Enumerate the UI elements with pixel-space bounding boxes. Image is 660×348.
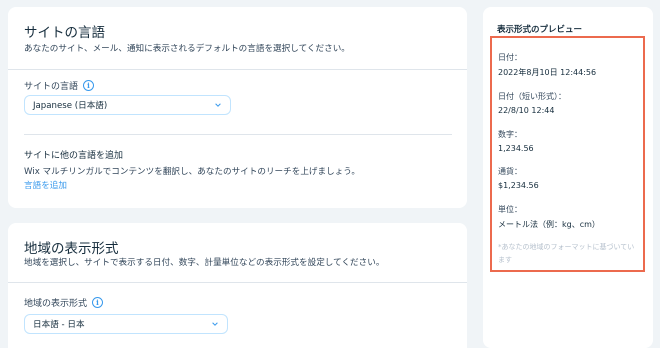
preview-short-date-label: 日付（短い形式）： bbox=[498, 92, 566, 101]
field-label-text: 地域の表示形式 bbox=[24, 299, 88, 309]
add-language-link[interactable]: 言語を追加 bbox=[24, 179, 67, 191]
preview-number-label: 数字： bbox=[498, 130, 522, 139]
site-language-select[interactable]: Japanese (日本語) bbox=[24, 95, 231, 115]
chevron-down-icon bbox=[215, 103, 221, 107]
preview-note: *あなたの地域のフォーマットに基づいています bbox=[498, 243, 635, 264]
preview-currency-value: $1,234.56 bbox=[498, 181, 539, 190]
preview-short-date-value: 22/8/10 12:44 bbox=[498, 106, 555, 115]
format-preview-panel: 表示形式のプレビュー 日付： 2022年8月10日 12:44:56 日付（短い… bbox=[483, 7, 653, 348]
site-language-subtitle: あなたのサイト、メール、通知に表示されるデフォルトの言語を選択してください。 bbox=[24, 44, 350, 54]
regional-format-title: 地域の表示形式 bbox=[24, 241, 119, 257]
site-language-card: サイトの言語 あなたのサイト、メール、通知に表示されるデフォルトの言語を選択して… bbox=[8, 7, 467, 208]
preview-unit-value: メートル法（例：kg、cm） bbox=[498, 220, 600, 229]
preview-unit-label: 単位： bbox=[498, 205, 522, 214]
format-preview-title: 表示形式のプレビュー bbox=[497, 25, 583, 35]
regional-format-selected-value: 日本語 - 日本 bbox=[33, 320, 85, 330]
add-language-description: Wix マルチリンガルでコンテンツを翻訳し、あなたのサイトのリーチを上げましょう… bbox=[24, 167, 360, 177]
regional-format-card: 地域の表示形式 地域を選択し、サイトで表示する日付、数字、計量単位などの表示形式… bbox=[8, 223, 467, 348]
add-language-title: サイトに他の言語を追加 bbox=[24, 151, 124, 161]
regional-format-subtitle: 地域を選択し、サイトで表示する日付、数字、計量単位などの表示形式を設定してくださ… bbox=[24, 258, 385, 268]
site-language-selected-value: Japanese (日本語) bbox=[33, 101, 108, 111]
preview-date-value: 2022年8月10日 12:44:56 bbox=[498, 68, 597, 77]
preview-currency-label: 通貨： bbox=[498, 167, 522, 176]
field-label-text: サイトの言語 bbox=[24, 82, 79, 92]
divider bbox=[8, 69, 467, 70]
chevron-down-icon bbox=[212, 322, 218, 326]
divider bbox=[24, 134, 452, 135]
info-icon[interactable]: i bbox=[83, 80, 95, 91]
format-preview-box: 日付： 2022年8月10日 12:44:56 日付（短い形式）： 22/8/1… bbox=[490, 36, 645, 272]
preview-number-value: 1,234.56 bbox=[498, 144, 534, 153]
site-language-field-label: サイトの言語 i bbox=[24, 79, 95, 92]
regional-format-field-label: 地域の表示形式 i bbox=[24, 296, 104, 309]
site-language-title: サイトの言語 bbox=[24, 25, 105, 41]
preview-date-label: 日付： bbox=[498, 53, 522, 62]
info-icon[interactable]: i bbox=[92, 297, 104, 308]
regional-format-select[interactable]: 日本語 - 日本 bbox=[24, 314, 228, 334]
divider bbox=[8, 282, 467, 283]
